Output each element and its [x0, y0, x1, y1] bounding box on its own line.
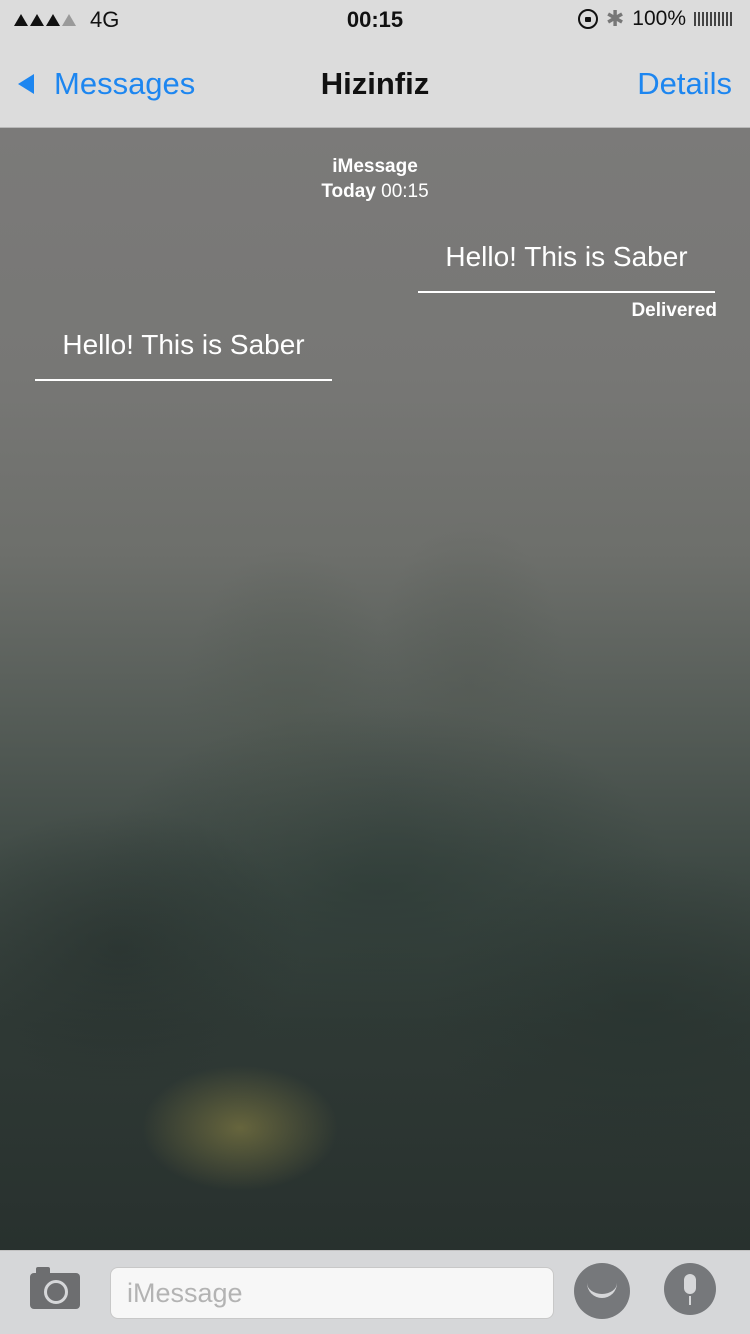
conversation-header: iMessage Today 00:15: [0, 154, 750, 204]
status-right: ✱ 100%: [577, 6, 734, 31]
status-bar: 4G 00:15 ✱ 100%: [0, 0, 750, 40]
battery-icon: [694, 12, 734, 26]
message-bubble-outgoing[interactable]: Hello! This is Saber: [418, 240, 715, 293]
message-input-bar: [0, 1250, 750, 1334]
message-bubble-incoming[interactable]: Hello! This is Saber: [35, 328, 332, 381]
time-label: 00:15: [381, 181, 429, 202]
camera-icon[interactable]: [30, 1267, 80, 1309]
delivery-status: Delivered: [631, 300, 717, 321]
navigation-bar: Messages Hizinfiz Details: [0, 40, 750, 128]
service-label: iMessage: [332, 156, 418, 177]
bluetooth-icon: ✱: [605, 6, 625, 31]
chat-wallpaper: [0, 128, 750, 1250]
microphone-icon[interactable]: [664, 1263, 716, 1315]
battery-percent: 100%: [632, 7, 686, 30]
message-input[interactable]: [110, 1267, 554, 1319]
date-label: Today: [321, 181, 376, 202]
details-button[interactable]: Details: [637, 64, 732, 104]
rotation-lock-icon: [577, 9, 598, 29]
emoji-icon[interactable]: [574, 1263, 630, 1319]
